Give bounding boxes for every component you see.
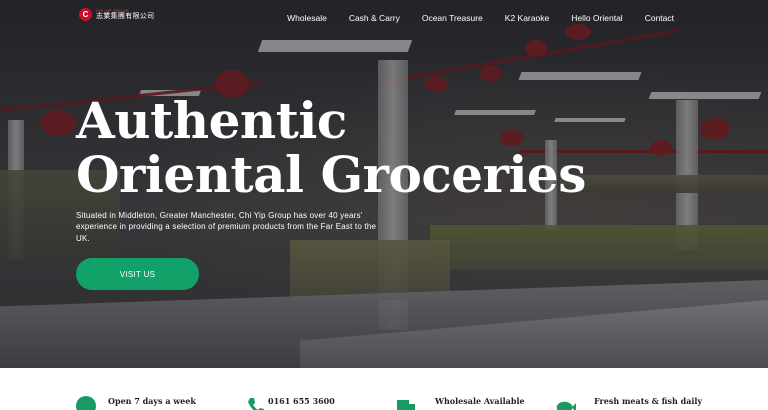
feature-label: Open 7 days a week — [108, 396, 196, 406]
logo-mark-icon: C — [79, 8, 92, 21]
headline-line-2: Oriental Groceries — [76, 145, 586, 204]
nav-item-hello-oriental[interactable]: Hello Oriental — [571, 13, 623, 23]
phone-icon — [248, 398, 264, 410]
headline-line-1: Authentic — [76, 91, 347, 150]
clock-icon — [76, 396, 96, 410]
logo-text: CHI YIP GROUP 志業集團有限公司 — [96, 9, 155, 21]
logo-big-text: 志業集團有限公司 — [96, 13, 155, 20]
features-bar: Open 7 days a week 0161 655 3600 Wholesa… — [0, 368, 768, 410]
fish-icon — [556, 401, 576, 410]
hero-headline: Authentic Oriental Groceries — [76, 94, 586, 202]
feature-label: 0161 655 3600 — [268, 396, 335, 406]
visit-us-button[interactable]: VISIT US — [76, 258, 199, 290]
main-menu: Wholesale Cash & Carry Ocean Treasure K2… — [265, 13, 674, 23]
nav-item-k2-karaoke[interactable]: K2 Karaoke — [505, 13, 549, 23]
nav-item-ocean-treasure[interactable]: Ocean Treasure — [422, 13, 483, 23]
truck-icon — [397, 400, 415, 410]
site-logo[interactable]: C CHI YIP GROUP 志業集團有限公司 — [79, 8, 154, 21]
feature-label: Wholesale Available — [435, 396, 525, 406]
nav-item-wholesale[interactable]: Wholesale — [287, 13, 327, 23]
top-navigation: C CHI YIP GROUP 志業集團有限公司 Wholesale Cash … — [0, 0, 768, 38]
nav-item-contact[interactable]: Contact — [645, 13, 674, 23]
nav-item-cash-carry[interactable]: Cash & Carry — [349, 13, 400, 23]
feature-label: Fresh meats & fish daily — [594, 396, 703, 406]
hero-section: C CHI YIP GROUP 志業集團有限公司 Wholesale Cash … — [0, 0, 768, 368]
hero-intro: Situated in Middleton, Greater Mancheste… — [76, 211, 377, 243]
